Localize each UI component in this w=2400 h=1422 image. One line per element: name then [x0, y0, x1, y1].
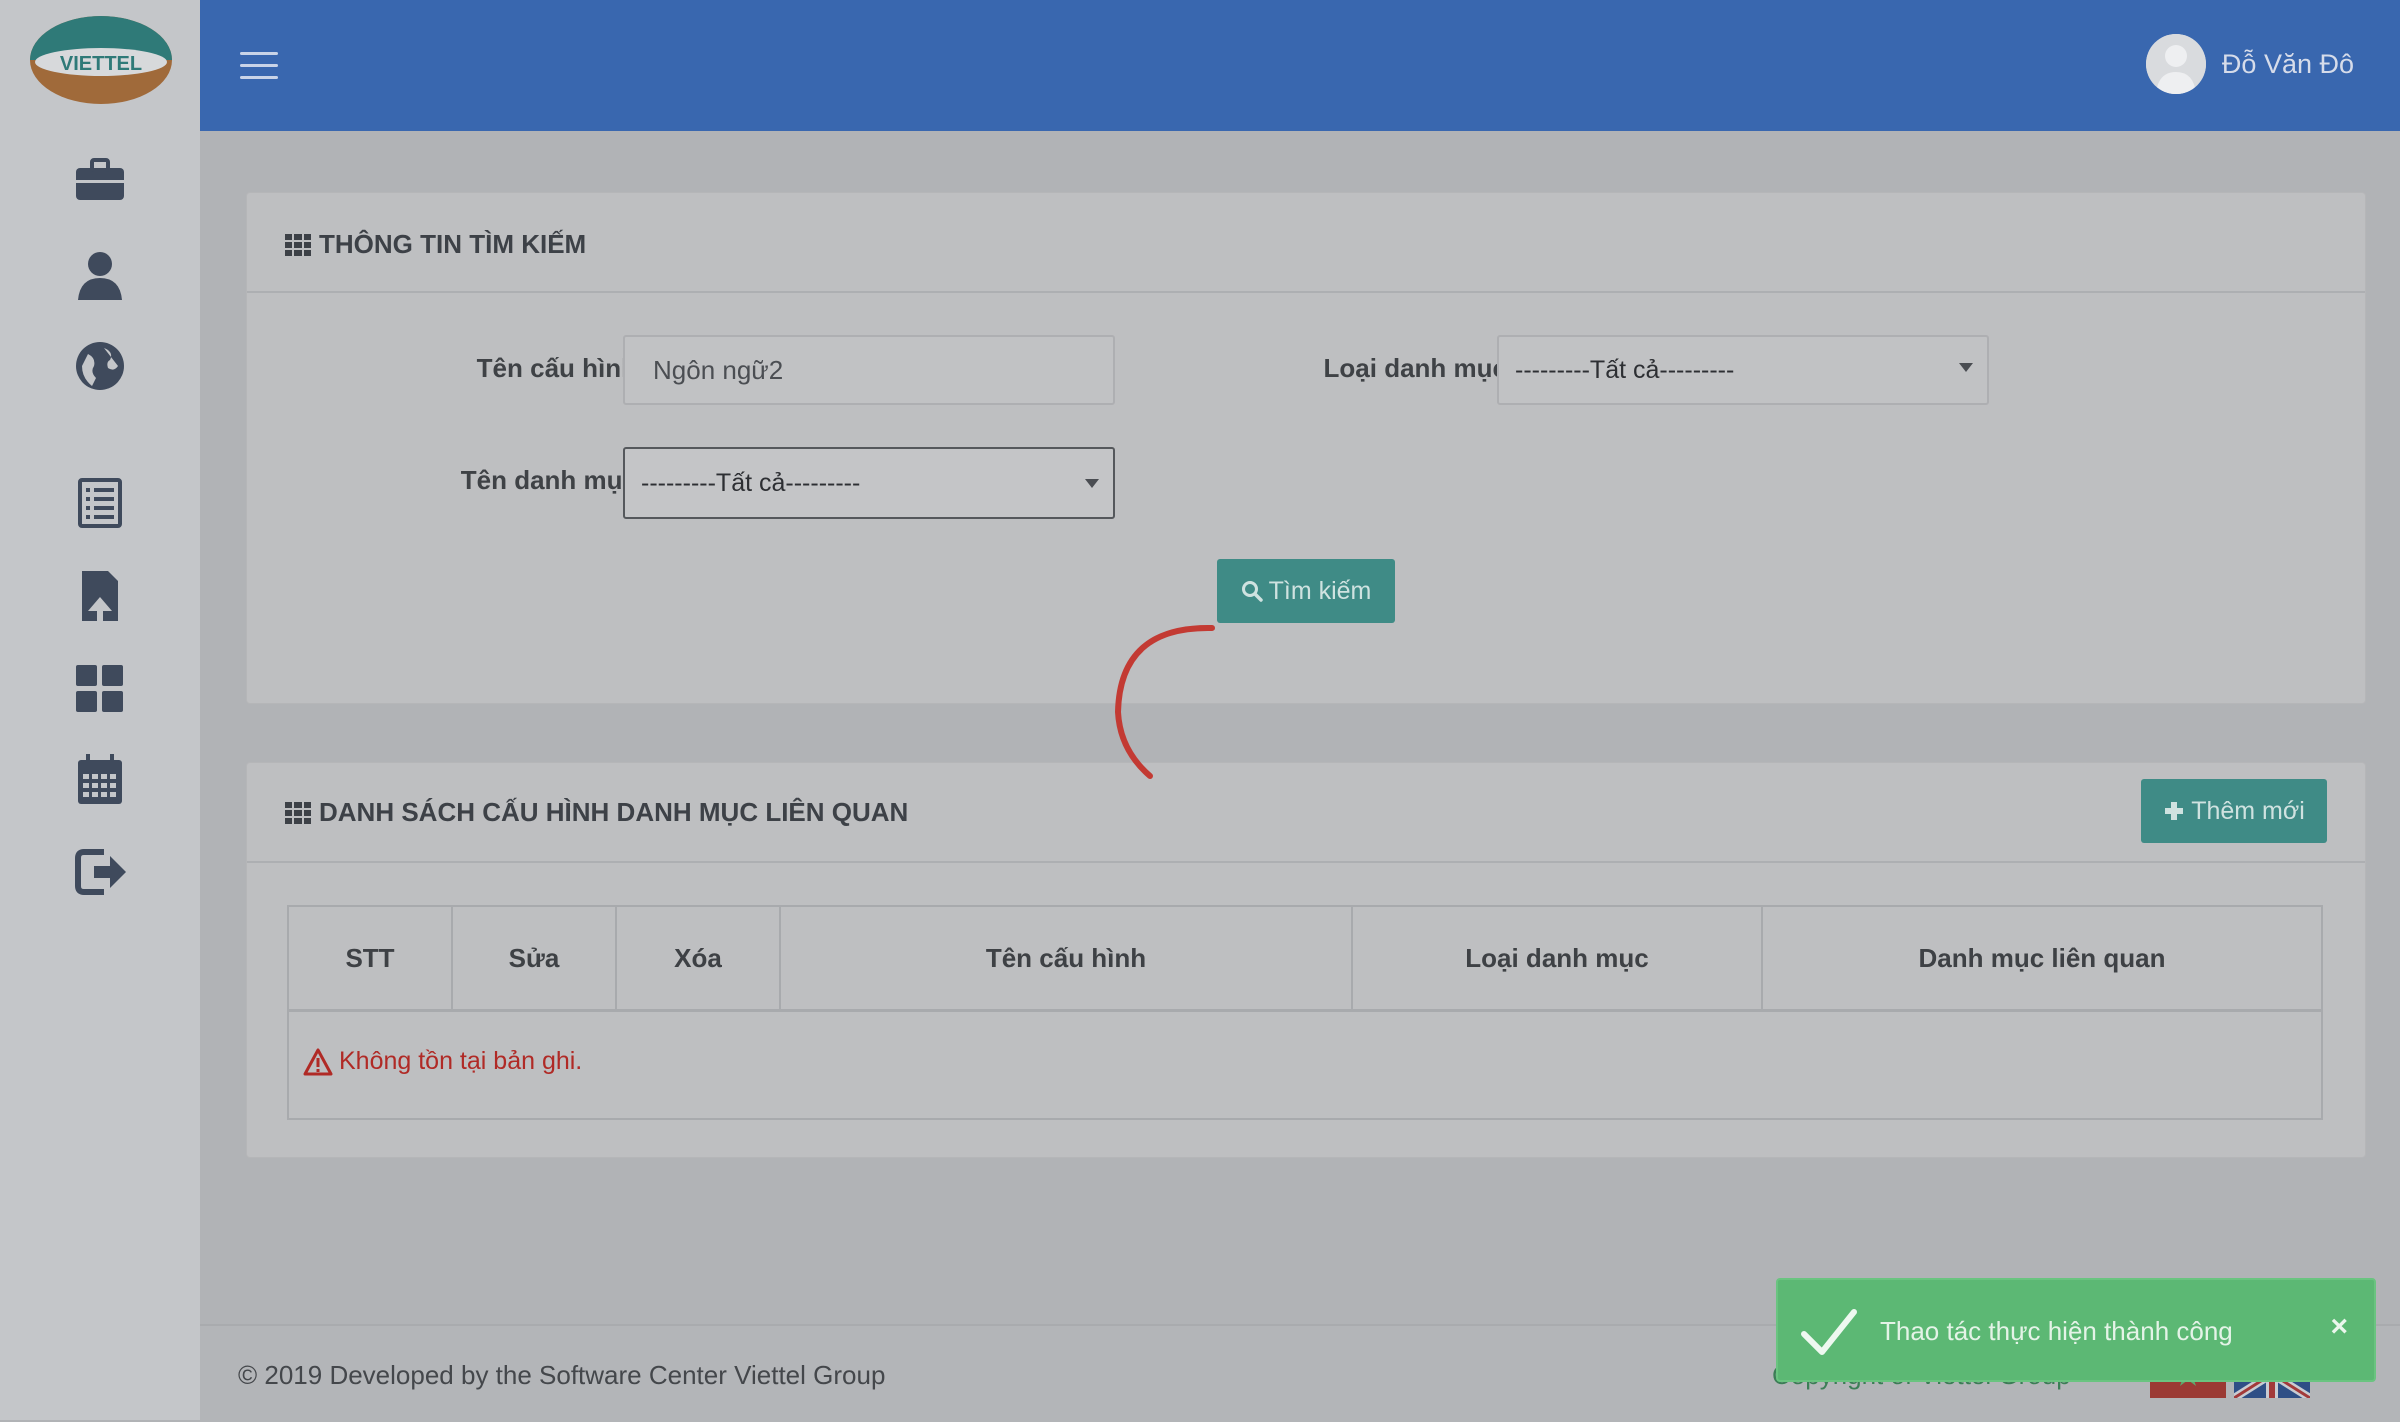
list-panel-title: DANH SÁCH CẤU HÌNH DANH MỤC LIÊN QUAN: [319, 797, 909, 827]
column-header-category-type[interactable]: Loại danh mục: [1351, 905, 1763, 1012]
user-menu[interactable]: Đỗ Văn Đô: [2145, 34, 2354, 94]
search-panel-title: THÔNG TIN TÌM KIẾM: [319, 229, 587, 259]
list-panel-header: DANH SÁCH CẤU HÌNH DANH MỤC LIÊN QUAN Th…: [247, 763, 2365, 863]
file-upload-icon[interactable]: [70, 565, 130, 625]
globe-icon[interactable]: [70, 336, 130, 396]
column-header-edit[interactable]: Sửa: [451, 905, 617, 1012]
empty-message: Không tồn tại bản ghi.: [339, 1047, 583, 1076]
list-icon[interactable]: [70, 472, 130, 532]
user-name: Đỗ Văn Đô: [2221, 48, 2354, 79]
search-icon: [1241, 581, 1263, 602]
search-button[interactable]: Tìm kiếm: [1217, 559, 1395, 623]
category-type-select[interactable]: ---------Tất cả---------: [1497, 335, 1989, 405]
checkmark-icon: [1798, 1304, 1860, 1362]
search-panel: THÔNG TIN TÌM KIẾM Tên cấu hình Ngôn ngữ…: [246, 192, 2366, 704]
column-header-stt[interactable]: STT: [287, 905, 453, 1012]
toast-message: Thao tác thực hiện thành công: [1880, 1316, 2233, 1346]
column-header-delete[interactable]: Xóa: [615, 905, 781, 1012]
category-name-select[interactable]: ---------Tất cả---------: [623, 447, 1115, 519]
column-header-config-name[interactable]: Tên cấu hình: [779, 905, 1353, 1012]
footer-copyright: © 2019 Developed by the Software Center …: [238, 1360, 886, 1390]
warning-icon: [303, 1048, 333, 1076]
top-navbar: Đỗ Văn Đô: [200, 0, 2400, 131]
config-table: STT Sửa Xóa Tên cấu hình Loại danh mục D…: [287, 905, 2323, 1120]
plus-icon: [2165, 802, 2184, 820]
loading-spinner-icon: [1110, 620, 1230, 780]
empty-row-cell: Không tồn tại bản ghi.: [287, 1009, 2323, 1120]
hamburger-icon[interactable]: [240, 52, 278, 82]
config-name-input[interactable]: Ngôn ngữ2: [623, 335, 1115, 405]
logout-icon[interactable]: [70, 842, 130, 902]
category-name-value: ---------Tất cả---------: [641, 468, 861, 497]
grid-icon: [285, 801, 311, 824]
add-new-button[interactable]: Thêm mới: [2141, 779, 2327, 843]
success-toast: Thao tác thực hiện thành công ×: [1776, 1278, 2376, 1382]
sidebar: VIETTEL: [0, 0, 200, 1420]
category-type-label: Loại danh mục: [1323, 353, 1507, 383]
column-header-related-category[interactable]: Danh mục liên quan: [1761, 905, 2323, 1012]
dashboard-icon[interactable]: [70, 657, 130, 717]
table-header-row: STT Sửa Xóa Tên cấu hình Loại danh mục D…: [287, 905, 2323, 1012]
category-name-label: Tên danh mục: [460, 465, 637, 495]
add-new-button-label: Thêm mới: [2191, 796, 2305, 825]
user-icon[interactable]: [70, 244, 130, 304]
svg-text:VIETTEL: VIETTEL: [60, 53, 142, 75]
avatar: [2145, 34, 2206, 94]
calendar-icon[interactable]: [70, 750, 130, 810]
search-panel-header: THÔNG TIN TÌM KIẾM: [247, 193, 2365, 293]
chevron-down-icon: [1959, 363, 1973, 372]
list-panel: DANH SÁCH CẤU HÌNH DANH MỤC LIÊN QUAN Th…: [246, 762, 2366, 1158]
close-icon[interactable]: ×: [2330, 1310, 2348, 1344]
viettel-logo[interactable]: VIETTEL: [26, 12, 176, 108]
grid-icon: [285, 233, 311, 256]
table-row: Không tồn tại bản ghi.: [287, 1009, 2323, 1120]
briefcase-icon[interactable]: [70, 150, 130, 210]
category-type-value: ---------Tất cả---------: [1515, 355, 1735, 384]
config-name-label: Tên cấu hình: [476, 353, 637, 383]
search-button-label: Tìm kiếm: [1268, 576, 1372, 605]
chevron-down-icon: [1085, 479, 1099, 488]
